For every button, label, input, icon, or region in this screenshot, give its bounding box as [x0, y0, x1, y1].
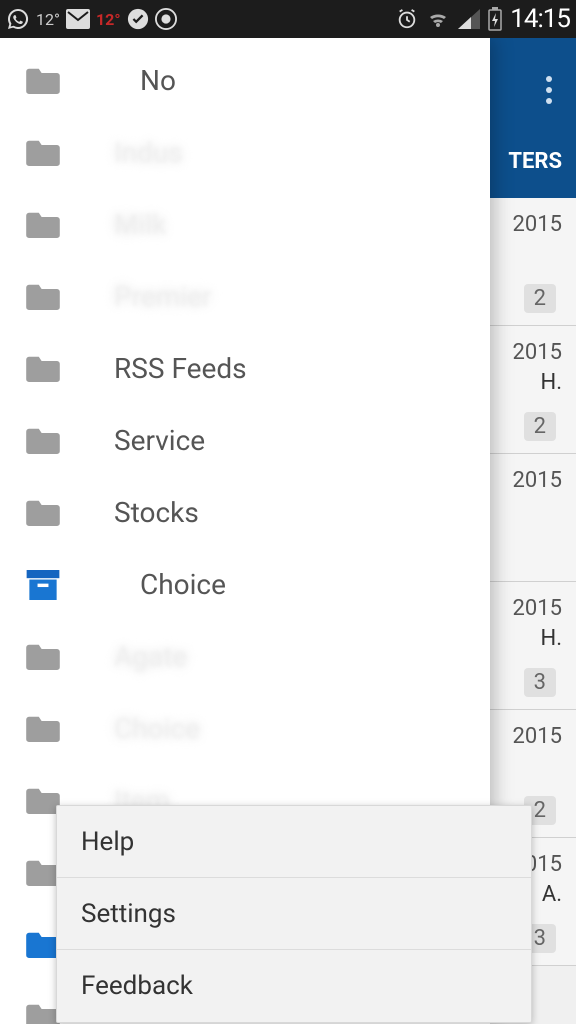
row-h: H.	[541, 370, 563, 395]
menu-item-help[interactable]: Help	[57, 806, 531, 878]
status-left: 12° 12°	[6, 7, 177, 31]
row-h: A.	[542, 882, 562, 907]
row-h: H.	[541, 626, 563, 651]
wifi-icon	[426, 9, 450, 29]
folder-label: Stocks	[114, 496, 199, 529]
gmail-icon	[66, 9, 90, 29]
record-circle-icon	[155, 8, 177, 30]
folder-label: Agate	[114, 640, 187, 673]
folder-item[interactable]: Premier	[0, 260, 490, 332]
whatsapp-icon	[6, 7, 30, 31]
folder-item[interactable]: Choice	[0, 548, 490, 620]
more-vert-icon[interactable]	[546, 76, 552, 104]
row-count: 3	[524, 668, 556, 697]
folder-item[interactable]: RSS Feeds	[0, 332, 490, 404]
header-tab-fragment: TERS	[508, 149, 562, 174]
folder-item[interactable]: No	[0, 44, 490, 116]
row-year: 2015	[513, 596, 562, 621]
folder-icon	[26, 66, 60, 94]
status-clock: 14:15	[510, 4, 570, 34]
folder-icon	[26, 642, 60, 670]
folder-label: RSS Feeds	[114, 352, 247, 385]
folder-item[interactable]: Service	[0, 404, 490, 476]
status-temp-1: 12°	[36, 10, 60, 29]
folder-icon	[26, 1002, 60, 1024]
folder-icon	[26, 858, 60, 886]
folder-icon	[26, 210, 60, 238]
folder-label: Milk	[114, 208, 166, 241]
menu-item-feedback[interactable]: Feedback	[57, 950, 531, 1022]
folder-label: Service	[114, 424, 205, 457]
status-right: 14:15	[396, 4, 570, 34]
overflow-menu: Help Settings Feedback	[56, 805, 532, 1023]
menu-item-settings[interactable]: Settings	[57, 878, 531, 950]
folder-label: Choice	[140, 568, 226, 601]
folder-icon	[26, 930, 60, 958]
signal-icon	[458, 9, 480, 29]
row-count: 2	[524, 412, 556, 441]
folder-item[interactable]: Milk	[0, 188, 490, 260]
folder-item[interactable]: Choice	[0, 692, 490, 764]
folder-icon	[26, 498, 60, 526]
row-year: 2015	[513, 212, 562, 237]
check-circle-icon	[127, 8, 149, 30]
row-year: 2015	[513, 724, 562, 749]
folder-icon	[26, 714, 60, 742]
row-year: 2015	[513, 468, 562, 493]
folder-icon	[26, 282, 60, 310]
folder-icon	[26, 138, 60, 166]
folder-icon	[26, 354, 60, 382]
folder-label: Premier	[114, 280, 211, 313]
folder-label: Choice	[114, 712, 200, 745]
folder-item[interactable]: Agate	[0, 620, 490, 692]
battery-charging-icon	[488, 7, 502, 31]
folder-icon	[26, 786, 60, 814]
row-count: 2	[524, 284, 556, 313]
status-temp-2: 12°	[96, 10, 121, 29]
folder-label: Indus	[114, 136, 183, 169]
archive-icon	[26, 570, 60, 598]
row-year: 2015	[513, 340, 562, 365]
folder-item[interactable]: Indus	[0, 116, 490, 188]
folder-icon	[26, 426, 60, 454]
folder-label: No	[140, 64, 176, 97]
folder-item[interactable]: Stocks	[0, 476, 490, 548]
status-bar: 12° 12° 14:15	[0, 0, 576, 38]
alarm-icon	[396, 8, 418, 30]
